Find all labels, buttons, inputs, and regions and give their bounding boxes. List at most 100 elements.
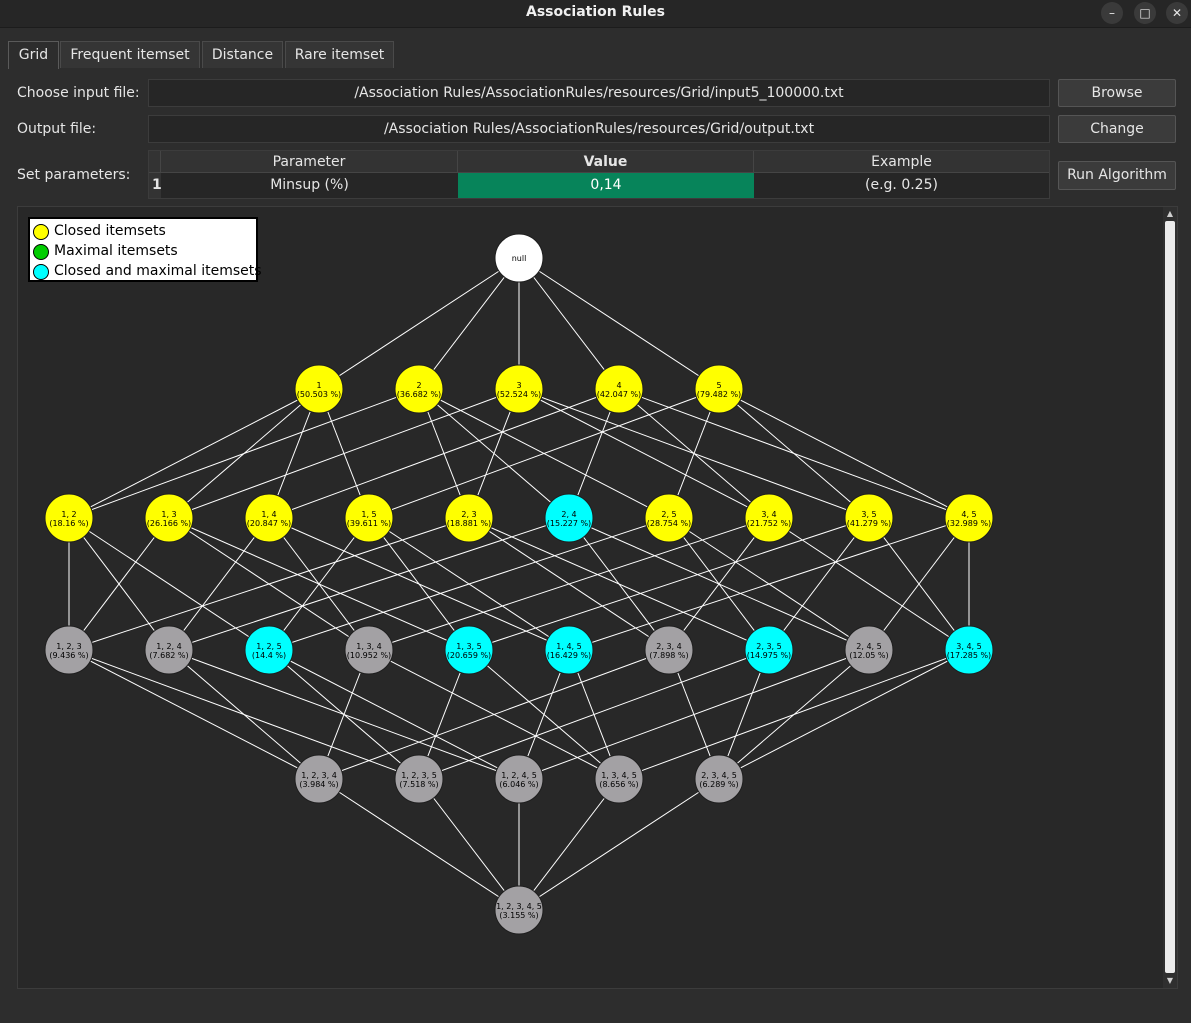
itemset-node[interactable]: 1, 5(39.611 %) (344, 493, 394, 543)
itemset-support-label: (15.227 %) (547, 519, 591, 528)
itemset-node[interactable]: 2, 3, 4, 5(6.289 %) (694, 754, 744, 804)
tab-grid[interactable]: Grid (8, 41, 59, 69)
close-icon[interactable]: ✕ (1166, 2, 1188, 24)
itemset-node[interactable]: 3, 5(41.279 %) (844, 493, 894, 543)
column-header-value[interactable]: Value (458, 151, 754, 173)
itemset-node[interactable]: 2, 4(15.227 %) (544, 493, 594, 543)
itemset-items-label: 1, 2, 4 (156, 642, 181, 651)
itemset-support-label: (39.611 %) (347, 519, 391, 528)
itemset-node[interactable]: 4, 5(32.989 %) (944, 493, 994, 543)
itemset-support-label: (28.754 %) (647, 519, 691, 528)
itemset-lattice: null 1(50.503 %) 2(36.682 %) 3(52.524 %) 4(4… (44, 233, 994, 935)
itemset-node[interactable]: 2, 5(28.754 %) (644, 493, 694, 543)
itemset-node[interactable]: 2, 3, 4(7.898 %) (644, 625, 694, 675)
itemset-support-label: (3.155 %) (499, 911, 538, 920)
itemset-node[interactable]: 1, 4(20.847 %) (244, 493, 294, 543)
itemset-support-label: (79.482 %) (697, 390, 741, 399)
cell-parameter[interactable]: Minsup (%) (161, 173, 458, 198)
itemset-support-label: (3.984 %) (299, 780, 338, 789)
cell-example[interactable]: (e.g. 0.25) (754, 173, 1049, 198)
itemset-node[interactable]: 1, 3, 4, 5(8.656 %) (594, 754, 644, 804)
itemset-node[interactable]: 3, 4, 5(17.285 %) (944, 625, 994, 675)
cell-value[interactable]: 0,14 (458, 173, 754, 198)
itemset-support-label: (21.752 %) (747, 519, 791, 528)
itemset-node[interactable]: 2(36.682 %) (394, 364, 444, 414)
itemset-node[interactable]: 1, 2, 5(14.4 %) (244, 625, 294, 675)
itemset-node[interactable]: 1, 2(18.16 %) (44, 493, 94, 543)
itemset-node[interactable]: 2, 3(18.881 %) (444, 493, 494, 543)
itemset-support-label: (42.047 %) (597, 390, 641, 399)
scroll-up-icon[interactable]: ▲ (1163, 207, 1177, 221)
itemset-items-label: 1, 2, 3, 4 (301, 771, 337, 780)
root-label: null (512, 254, 527, 263)
itemset-support-label: (9.436 %) (49, 651, 88, 660)
lattice-edge (168, 517, 270, 651)
itemset-node[interactable]: 1, 3, 4(10.952 %) (344, 625, 394, 675)
itemset-node[interactable]: 1, 4, 5(16.429 %) (544, 625, 594, 675)
itemset-node[interactable]: 1, 2, 4, 5(6.046 %) (494, 754, 544, 804)
itemset-support-label: (10.952 %) (347, 651, 391, 660)
itemset-node[interactable]: 1, 2, 3, 5(7.518 %) (394, 754, 444, 804)
lattice-edge (168, 649, 320, 780)
itemset-items-label: 2 (416, 381, 421, 390)
lattice-edge (418, 778, 520, 911)
legend: Closed itemsets Maximal itemsets Closed … (28, 217, 262, 282)
itemset-node[interactable]: 2, 4, 5(12.05 %) (844, 625, 894, 675)
itemset-items-label: 2, 4, 5 (856, 642, 881, 651)
itemset-support-label: (7.518 %) (399, 780, 438, 789)
title-bar: Association Rules – □ ✕ (0, 0, 1191, 28)
itemset-support-label: (7.682 %) (149, 651, 188, 660)
itemset-support-label: (36.682 %) (397, 390, 441, 399)
itemset-items-label: 1, 3, 4, 5 (601, 771, 637, 780)
lattice-root-node[interactable]: null (494, 233, 544, 283)
itemset-node[interactable]: 1, 2, 4(7.682 %) (144, 625, 194, 675)
minimize-icon[interactable]: – (1101, 2, 1123, 24)
itemset-support-label: (6.046 %) (499, 780, 538, 789)
itemset-node[interactable]: 4(42.047 %) (594, 364, 644, 414)
output-file-field[interactable]: /Association Rules/AssociationRules/reso… (148, 115, 1050, 143)
input-file-label: Choose input file: (17, 85, 140, 101)
column-header-parameter[interactable]: Parameter (161, 151, 458, 173)
closed-dot-icon (33, 224, 49, 240)
itemset-items-label: 1 (316, 381, 321, 390)
itemset-items-label: 2, 3, 4 (656, 642, 681, 651)
lattice-canvas: null 1 (50.503 %) 2 (36.682 %) 3 (52.524 %) 4 (4… (17, 206, 1178, 989)
itemset-node[interactable]: 3, 4(21.752 %) (744, 493, 794, 543)
itemset-support-label: (18.881 %) (447, 519, 491, 528)
itemset-items-label: 1, 2, 4, 5 (501, 771, 537, 780)
scroll-thumb[interactable] (1165, 221, 1175, 973)
browse-button[interactable]: Browse (1058, 79, 1176, 107)
run-algorithm-button[interactable]: Run Algorithm (1058, 161, 1176, 190)
table-corner (149, 151, 161, 173)
itemset-items-label: 1, 5 (361, 510, 376, 519)
itemset-node[interactable]: 2, 3, 5(14.975 %) (744, 625, 794, 675)
itemset-node[interactable]: 1, 2, 3, 4(3.984 %) (294, 754, 344, 804)
itemset-node[interactable]: 3(52.524 %) (494, 364, 544, 414)
itemset-support-label: (26.166 %) (147, 519, 191, 528)
parameters-table: Parameter Value Example 1 Minsup (%) 0,1… (148, 150, 1050, 199)
itemset-node[interactable]: 1, 2, 3, 4, 5(3.155 %) (494, 885, 544, 935)
itemset-support-label: (20.659 %) (447, 651, 491, 660)
lattice-edge (368, 517, 470, 651)
itemset-items-label: 1, 3 (161, 510, 176, 519)
itemset-node[interactable]: 1, 2, 3(9.436 %) (44, 625, 94, 675)
input-file-field[interactable]: /Association Rules/AssociationRules/reso… (148, 79, 1050, 107)
tab-frequent-itemset[interactable]: Frequent itemset (60, 41, 200, 68)
itemset-node[interactable]: 1(50.503 %) (294, 364, 344, 414)
itemset-node[interactable]: 1, 3, 5(20.659 %) (444, 625, 494, 675)
change-button[interactable]: Change (1058, 115, 1176, 143)
scroll-down-icon[interactable]: ▼ (1163, 974, 1177, 988)
itemset-items-label: 1, 2, 3, 5 (401, 771, 437, 780)
tab-rare-itemset[interactable]: Rare itemset (285, 41, 394, 68)
itemset-support-label: (32.989 %) (947, 519, 991, 528)
itemset-node[interactable]: 5(79.482 %) (694, 364, 744, 414)
maximize-icon[interactable]: □ (1134, 2, 1156, 24)
tab-distance[interactable]: Distance (202, 41, 283, 68)
vertical-scrollbar[interactable]: ▲ ▼ (1163, 207, 1177, 988)
itemset-node[interactable]: 1, 3(26.166 %) (144, 493, 194, 543)
column-header-example[interactable]: Example (754, 151, 1049, 173)
itemset-support-label: (12.05 %) (849, 651, 888, 660)
itemset-items-label: 4, 5 (961, 510, 976, 519)
itemset-support-label: (20.847 %) (247, 519, 291, 528)
itemset-items-label: 1, 3, 4 (356, 642, 381, 651)
